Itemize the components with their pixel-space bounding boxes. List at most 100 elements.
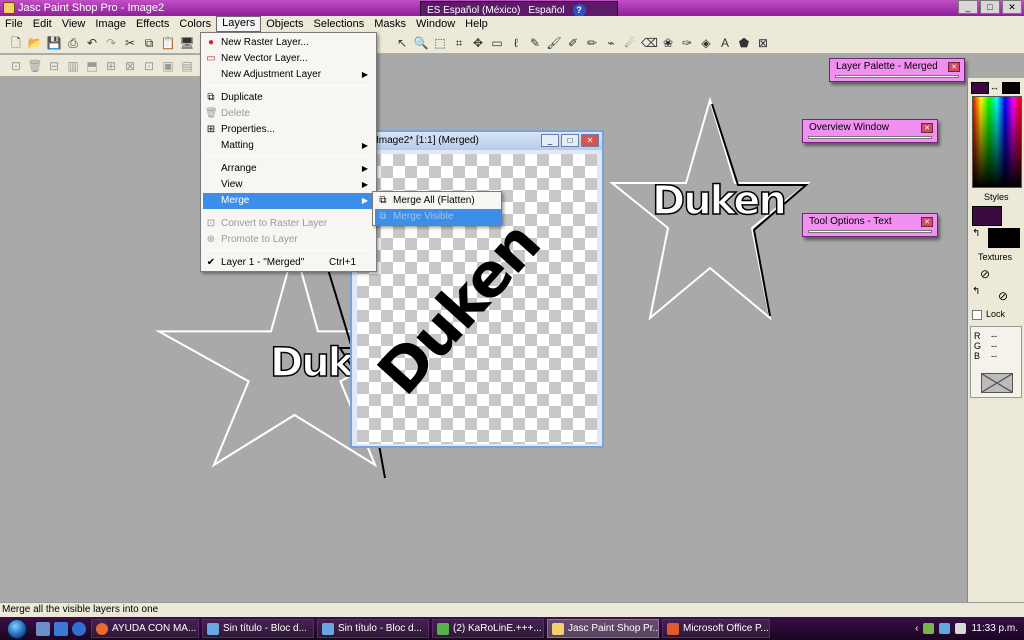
menu-item-duplicate[interactable]: ⧉ Duplicate xyxy=(203,90,374,106)
layer-palette[interactable]: Layer Palette - Merged ✕ xyxy=(829,58,965,82)
picture-tube-icon[interactable]: ❀ xyxy=(660,35,676,51)
color-picker-spectrum[interactable] xyxy=(972,96,1022,188)
swap-style-icon[interactable]: ↰ xyxy=(972,228,980,239)
menu-item-view[interactable]: View ▶ xyxy=(203,177,374,193)
new-file-icon[interactable]: 🗋 xyxy=(8,35,24,51)
save-icon[interactable]: 💾 xyxy=(46,35,62,51)
tray-network-icon[interactable] xyxy=(939,623,951,634)
taskbar-button-ayuda[interactable]: AYUDA CON MA... xyxy=(91,619,199,638)
maximize-button[interactable]: □ xyxy=(980,0,1000,14)
undo-icon[interactable]: ↶ xyxy=(84,35,100,51)
clock[interactable]: 11:33 p.m. xyxy=(971,623,1018,634)
image-window-titlebar[interactable]: Image2* [1:1] (Merged) _ □ ✕ xyxy=(352,132,602,150)
menu-item-merge[interactable]: Merge ▶ xyxy=(203,193,374,209)
layer-tool-icon[interactable]: ▣ xyxy=(160,58,176,74)
paste-icon[interactable]: 📋 xyxy=(160,35,176,51)
menu-image[interactable]: Image xyxy=(90,16,131,32)
flood-fill-icon[interactable]: ◈ xyxy=(698,35,714,51)
zoom-tool-icon[interactable]: 🔍 xyxy=(413,35,429,51)
swap-texture-icon[interactable]: ↰ xyxy=(972,286,980,297)
layer-tool-icon[interactable]: ⊠ xyxy=(122,58,138,74)
menu-item-arrange[interactable]: Arrange ▶ xyxy=(203,161,374,177)
menu-effects[interactable]: Effects xyxy=(131,16,174,32)
menu-item-new-vector-layer[interactable]: ▭ New Vector Layer... xyxy=(203,51,374,67)
no-texture-icon[interactable]: ⊘ xyxy=(980,267,990,281)
crop-tool-icon[interactable]: ⌗ xyxy=(451,35,467,51)
delete-layer-icon[interactable]: 🗑 xyxy=(27,58,43,74)
menu-item-new-raster-layer[interactable]: ● New Raster Layer... xyxy=(203,35,374,51)
lock-checkbox[interactable] xyxy=(972,310,982,320)
image-minimize-button[interactable]: _ xyxy=(541,134,559,147)
layer-tool-icon[interactable]: ⊞ xyxy=(103,58,119,74)
menu-selections[interactable]: Selections xyxy=(309,16,370,32)
cut-icon[interactable]: ✂ xyxy=(122,35,138,51)
show-desktop-icon[interactable] xyxy=(36,621,50,636)
menu-item-new-adjustment-layer[interactable]: New Adjustment Layer ▶ xyxy=(203,67,374,83)
tray-app-icon[interactable] xyxy=(923,623,935,634)
tray-volume-icon[interactable] xyxy=(955,623,967,634)
paintbrush-icon[interactable]: 🖌 xyxy=(546,35,562,51)
browse-icon[interactable]: 🖥 xyxy=(179,35,195,51)
open-folder-icon[interactable]: 📂 xyxy=(27,35,43,51)
menu-objects[interactable]: Objects xyxy=(261,16,308,32)
rectangle-select-icon[interactable]: ▭ xyxy=(489,35,505,51)
layer-tool-icon[interactable]: ▥ xyxy=(65,58,81,74)
taskbar-button-office[interactable]: Microsoft Office P... xyxy=(662,619,770,638)
close-icon[interactable]: ✕ xyxy=(948,62,960,72)
layer-tool-icon[interactable]: ⊡ xyxy=(8,58,24,74)
color-replacer-icon[interactable]: ✏ xyxy=(584,35,600,51)
image-window[interactable]: Image2* [1:1] (Merged) _ □ ✕ Duken xyxy=(350,130,604,448)
pen-tool-icon[interactable]: ⊠ xyxy=(755,35,771,51)
menu-item-promote-to-layer[interactable]: ⊕ Promote to Layer xyxy=(203,232,374,248)
taskbar-button-paint-shop-pro[interactable]: Jasc Paint Shop Pr... xyxy=(547,619,659,638)
print-icon[interactable]: ⎙ xyxy=(65,35,81,51)
layer-tool-icon[interactable]: ⬒ xyxy=(84,58,100,74)
menu-masks[interactable]: Masks xyxy=(369,16,411,32)
menu-item-convert-to-raster[interactable]: ⊡ Convert to Raster Layer xyxy=(203,216,374,232)
menu-item-properties[interactable]: ⊞ Properties... xyxy=(203,122,374,138)
close-icon[interactable]: ✕ xyxy=(921,123,933,133)
start-button[interactable] xyxy=(0,617,34,640)
copy-icon[interactable]: ⧉ xyxy=(141,35,157,51)
menu-layers[interactable]: Layers xyxy=(216,16,262,32)
layer-tool-icon[interactable]: ⊡ xyxy=(141,58,157,74)
close-icon[interactable]: ✕ xyxy=(921,217,933,227)
menu-file[interactable]: File xyxy=(0,16,28,32)
close-button[interactable]: ✕ xyxy=(1002,0,1022,14)
preset-shapes-icon[interactable]: ⬟ xyxy=(736,35,752,51)
minimize-button[interactable]: _ xyxy=(958,0,978,14)
text-tool-icon[interactable]: A xyxy=(717,35,733,51)
background-swatch[interactable] xyxy=(1002,82,1020,94)
scratch-remover-icon[interactable]: ⌁ xyxy=(603,35,619,51)
tray-expand-icon[interactable]: ‹ xyxy=(915,623,918,634)
selection-tool-icon[interactable]: ⬚ xyxy=(432,35,448,51)
move-tool-icon[interactable]: ✥ xyxy=(470,35,486,51)
switch-windows-icon[interactable] xyxy=(54,621,68,636)
airbrush-icon[interactable]: ✑ xyxy=(679,35,695,51)
redo-icon[interactable]: ↷ xyxy=(103,35,119,51)
image-close-button[interactable]: ✕ xyxy=(581,134,599,147)
foreground-swatch[interactable] xyxy=(971,82,989,94)
menu-colors[interactable]: Colors xyxy=(174,16,216,32)
overview-palette[interactable]: Overview Window ✕ xyxy=(802,119,938,143)
style-swatch-back[interactable] xyxy=(988,228,1020,248)
tool-options-palette[interactable]: Tool Options - Text ✕ xyxy=(802,213,938,237)
image-maximize-button[interactable]: □ xyxy=(561,134,579,147)
menu-item-delete[interactable]: 🗑 Delete xyxy=(203,106,374,122)
layer-tool-icon[interactable]: ▤ xyxy=(179,58,195,74)
style-swatch-fore[interactable] xyxy=(972,206,1002,226)
taskbar-button-notepad-1[interactable]: Sin título - Bloc d... xyxy=(202,619,314,638)
internet-explorer-icon[interactable] xyxy=(72,621,86,636)
lasso-icon[interactable]: ℓ xyxy=(508,35,524,51)
menu-window[interactable]: Window xyxy=(411,16,460,32)
taskbar-button-messenger[interactable]: (2) KaRoLinE.+++... xyxy=(432,619,544,638)
no-texture-icon[interactable]: ⊘ xyxy=(998,289,1008,303)
menu-edit[interactable]: Edit xyxy=(28,16,57,32)
menu-item-merge-all[interactable]: ⧉ Merge All (Flatten) xyxy=(375,193,501,209)
menu-item-merge-visible[interactable]: ⧉ Merge Visible xyxy=(375,209,501,225)
layer-tool-icon[interactable]: ⊟ xyxy=(46,58,62,74)
swap-icon[interactable]: ↔ xyxy=(990,82,1000,94)
retouch-icon[interactable]: ☄ xyxy=(622,35,638,51)
menu-item-matting[interactable]: Matting ▶ xyxy=(203,138,374,154)
taskbar-button-notepad-2[interactable]: Sin título - Bloc d... xyxy=(317,619,429,638)
